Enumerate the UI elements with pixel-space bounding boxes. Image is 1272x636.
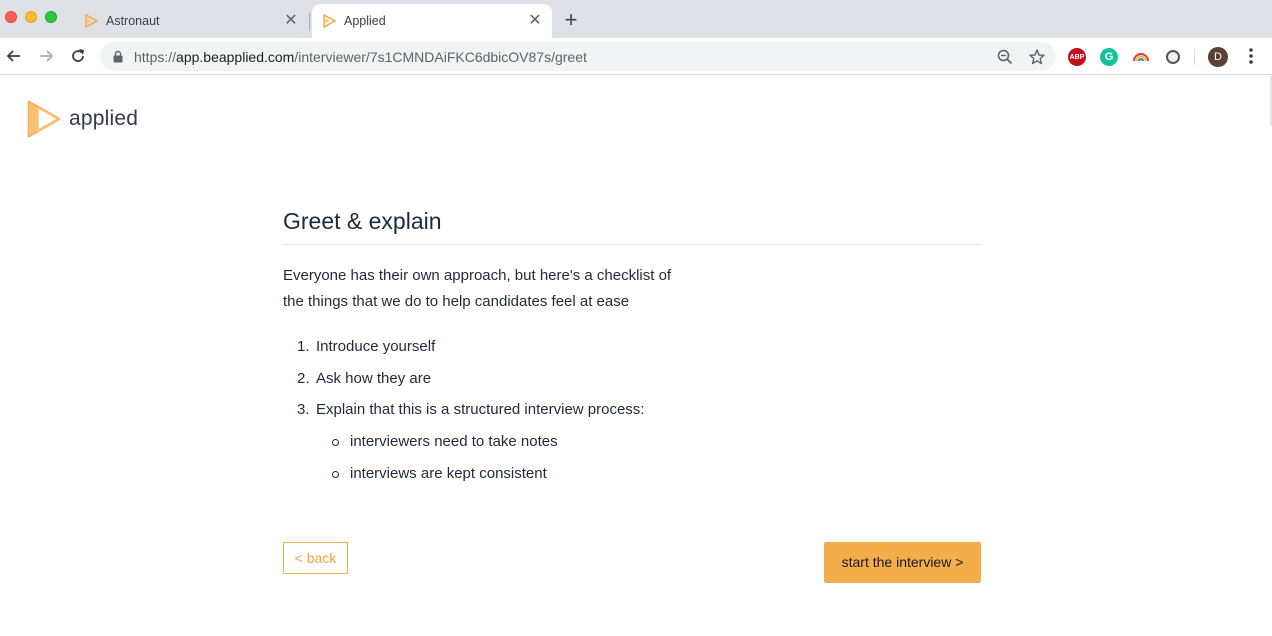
tab-applied[interactable]: Applied ✕ [312,4,552,38]
bullet-circle-icon [332,470,339,478]
start-interview-button[interactable]: start the interview > [824,542,981,583]
browser-tab-bar: Astronaut ✕ Applied ✕ + [0,0,1272,38]
close-tab-icon[interactable]: ✕ [282,12,300,30]
toolbar-divider [1194,49,1195,65]
sub-list-item: interviewers need to take notes [316,426,981,458]
browser-toolbar: https://app.beapplied.com/interviewer/7s… [0,38,1272,75]
tab-title: Astronaut [106,14,160,28]
reload-icon[interactable] [68,46,88,66]
sub-item-text: interviewers need to take notes [350,432,558,450]
sub-checklist: interviewers need to take notes intervie… [316,426,981,490]
checklist-item: 1. Introduce yourself [283,331,981,363]
step-number: 2. [297,369,310,387]
bullet-circle-icon [332,438,339,446]
lock-icon [113,50,123,63]
forward-arrow-icon[interactable] [36,46,56,66]
adblock-plus-icon[interactable]: ABP [1068,48,1086,66]
step-number: 1. [297,338,310,355]
url-host: app.beapplied.com [176,49,295,65]
zoom-icon[interactable] [996,48,1014,66]
checklist-item: 3. Explain that this is a structured int… [283,394,981,490]
close-window-button[interactable] [5,11,17,23]
maximize-window-button[interactable] [45,11,57,23]
circle-extension-icon[interactable] [1164,48,1182,66]
bookmark-star-icon[interactable] [1028,48,1046,66]
back-button[interactable]: < back [283,542,348,574]
intro-line: the things that we do to help candidates… [283,293,630,310]
step-text: Ask how they are [316,369,432,387]
tab-separator [309,13,310,31]
sub-list-item: interviews are kept consistent [316,458,981,490]
back-arrow-icon[interactable] [4,46,24,66]
tab-title: Applied [344,14,386,28]
new-tab-button[interactable]: + [561,9,581,31]
logo-wordmark: applied [69,107,139,130]
profile-avatar[interactable]: D [1208,47,1228,67]
applied-favicon-icon [85,14,98,28]
tab-astronaut[interactable]: Astronaut ✕ [74,4,308,38]
intro-line: Everyone has their own approach, but her… [283,267,672,284]
applied-logo[interactable]: applied [26,100,146,140]
minimize-window-button[interactable] [25,11,37,23]
step-text: Explain that this is a structured interv… [316,401,645,418]
address-bar[interactable]: https://app.beapplied.com/interviewer/7s… [100,42,1056,71]
url-path: /interviewer/7s1CMNDAiFKC6dbicOV87s/gree… [294,49,587,65]
applied-logo-icon [27,100,61,138]
grammarly-icon[interactable]: G [1100,48,1118,66]
more-menu-icon[interactable] [1242,46,1260,66]
page-title: Greet & explain [283,206,981,245]
url-scheme: https:// [134,49,177,65]
applied-favicon-icon [323,14,336,28]
checklist: 1. Introduce yourself 2. Ask how they ar… [283,331,981,490]
page-viewport: applied Greet & explain Everyone has the… [0,76,1272,636]
sub-item-text: interviews are kept consistent [350,464,547,482]
url-text: https://app.beapplied.com/interviewer/7s… [134,49,587,65]
checklist-item: 2. Ask how they are [283,363,981,395]
step-text: Introduce yourself [316,338,436,355]
main-content: Greet & explain Everyone has their own a… [283,206,981,490]
close-tab-icon[interactable]: ✕ [526,12,544,30]
step-number: 3. [297,401,310,418]
rainbow-extension-icon[interactable] [1132,48,1150,66]
intro-text: Everyone has their own approach, but her… [283,263,743,315]
